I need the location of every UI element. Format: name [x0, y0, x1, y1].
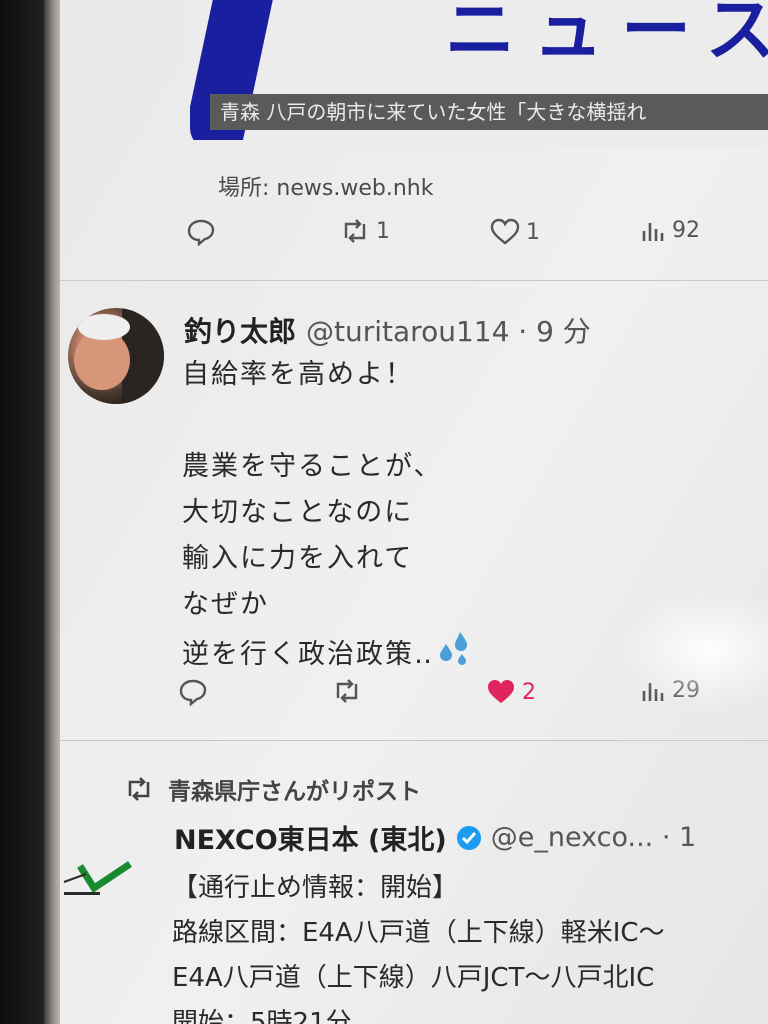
views-button[interactable]: 92	[640, 218, 700, 243]
author-name[interactable]: NEXCO東日本 (東北)	[174, 818, 447, 857]
repost-icon	[128, 777, 150, 801]
verified-badge-icon	[456, 825, 481, 850]
tweet-line: 輸入に力を入れて	[182, 543, 414, 574]
repost-line: 開始：5時21分	[172, 1008, 352, 1024]
repost-icon	[336, 679, 358, 703]
repost-indicator[interactable]: 青森県庁さんがリポスト	[124, 772, 421, 806]
card-headline: ニュース	[445, 0, 768, 71]
card-domain[interactable]: 場所: news.web.nhk	[218, 170, 433, 202]
like-count: 2	[522, 679, 536, 705]
avatar[interactable]	[68, 308, 164, 404]
author-handle[interactable]: @e_nexco... · 1	[491, 822, 696, 853]
tweet-line-last: 逆を行く政治政策‥	[182, 628, 474, 683]
nexco-logo[interactable]	[60, 848, 150, 908]
repost-text[interactable]: 【通行止め情報：開始】 路線区間：E4A八戸道（上下線）軽米IC～ E4A八戸道…	[172, 866, 665, 1024]
reply-icon	[179, 679, 207, 706]
tweet-actions-top: 1 1 92	[180, 218, 740, 254]
like-button[interactable]: 1	[490, 218, 540, 246]
repost-icon	[344, 219, 366, 243]
card-caption: 青森 八戸の朝市に来ていた女性「大きな横揺れ	[210, 94, 768, 130]
tweet-line: 大切なことなのに	[182, 497, 414, 528]
repost-line: E4A八戸道（上下線）八戸JCT～八戸北IC	[172, 963, 655, 993]
repost-line: 【通行止め情報：開始】	[172, 873, 459, 903]
reply-button[interactable]	[178, 678, 214, 706]
views-button[interactable]: 29	[640, 678, 700, 703]
repost-line: 路線区間：E4A八戸道（上下線）軽米IC～	[172, 918, 665, 948]
timeline-screen[interactable]: ニュース 青森 八戸の朝市に来ていた女性「大きな横揺れ 場所: news.web…	[60, 0, 768, 1024]
sweat-droplets-icon	[434, 628, 474, 683]
heart-icon	[490, 218, 520, 245]
views-count: 92	[672, 218, 700, 243]
link-card-image[interactable]: ニュース 青森 八戸の朝市に来ていた女性「大きな横揺れ	[190, 0, 768, 150]
tweet-line: 農業を守ることが、	[182, 451, 443, 482]
reply-icon	[187, 219, 215, 246]
tweet-divider	[60, 740, 768, 741]
tweet-actions: 2 29	[178, 678, 740, 714]
tweet-line: なぜか	[182, 589, 269, 620]
analytics-icon	[642, 682, 664, 701]
repost-label: 青森県庁さんがリポスト	[168, 779, 421, 805]
tweet-line: 逆を行く政治政策‥	[182, 639, 435, 670]
heart-icon	[488, 680, 514, 703]
analytics-icon	[642, 222, 664, 241]
like-count: 1	[526, 219, 540, 245]
tweet-header: 釣り太郎 @turitarou114 · 9 分	[184, 310, 591, 350]
tweet-text[interactable]: 自給率を高めよ！ 農業を守ることが、 大切なことなのに 輸入に力を入れて なぜか…	[182, 352, 474, 683]
author-name[interactable]: 釣り太郎	[184, 315, 296, 348]
repost-button[interactable]	[332, 678, 368, 704]
tweet-divider	[60, 280, 768, 281]
tweet-line: 自給率を高めよ！	[182, 359, 414, 390]
reply-button[interactable]	[186, 218, 222, 246]
repost-header: NEXCO東日本 (東北) @e_nexco... · 1	[174, 818, 696, 857]
repost-count: 1	[376, 218, 390, 244]
repost-button[interactable]: 1	[340, 218, 390, 244]
author-handle[interactable]: @turitarou114 · 9 分	[306, 315, 591, 348]
like-button[interactable]: 2	[486, 678, 536, 706]
views-count: 29	[672, 678, 700, 703]
